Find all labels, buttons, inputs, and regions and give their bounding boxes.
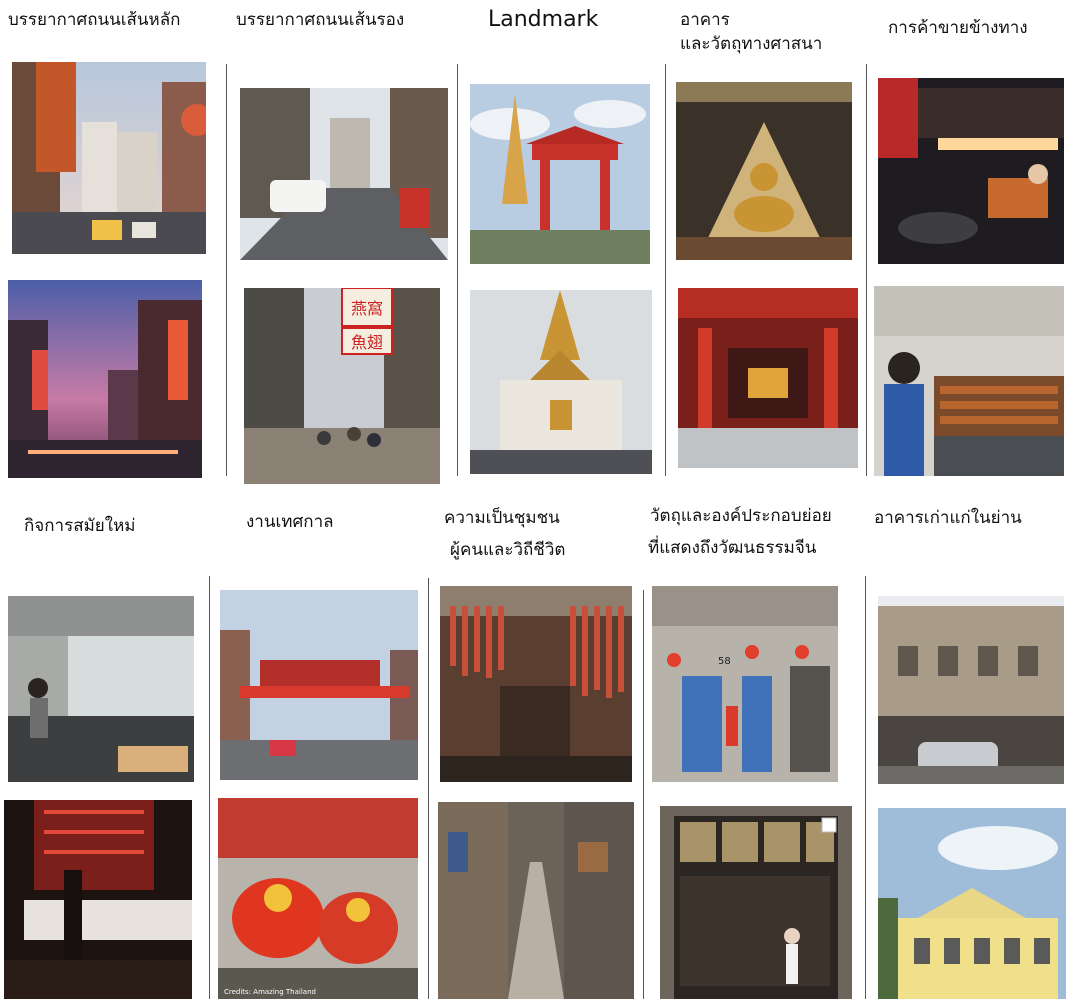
photo-landmark-temple [470,290,652,474]
label-chinese-culture-line1: วัตถุและองค์ประกอบย่อย [650,506,832,526]
label-religious-line1: อาคาร [680,10,730,30]
divider [428,578,429,999]
photo-old-building-colonial [878,808,1066,999]
divider [865,576,866,999]
label-religious-line2: และวัตถุทางศาสนา [680,34,823,54]
label-chinese-culture-line2: ที่แสดงถึงวัฒนธรรมจีน [648,538,817,558]
divider [665,64,666,476]
label-main-street: บรรยากาศถนนเส้นหลัก [8,10,181,30]
label-landmark: Landmark [488,7,599,32]
photo-side-street-day [240,88,448,260]
label-old-buildings: อาคารเก่าแก่ในย่าน [874,508,1022,528]
photo-credit: Credits: Amazing Thailand [224,988,316,996]
photo-religious-buddha [676,82,852,260]
photo-modern-bar [4,800,192,999]
photo-modern-cafe [8,596,194,782]
label-side-street: บรรยากาศถนนเส้นรอง [236,10,405,30]
photo-old-building-shophouse [878,596,1064,784]
divider [226,64,227,476]
photo-community-sausage-shop [440,586,632,782]
photo-vendor-grill [874,286,1064,476]
photo-festival-lion-dance: Credits: Amazing Thailand [218,798,418,999]
photo-vendor-night [878,78,1064,264]
label-modern-business: กิจการสมัยใหม่ [24,516,136,536]
photo-community-alley [438,802,634,999]
divider [209,576,210,999]
sign-shark-fin: 魚翅 [351,333,383,352]
label-community-line1: ความเป็นชุมชน [444,508,560,528]
photo-culture-shophouse: 58 [652,586,838,782]
label-community-line2: ผู้คนและวิถีชีวิต [450,540,566,560]
divider [643,590,644,999]
photo-main-street-night [8,280,202,478]
photo-religious-shrine [678,288,858,468]
divider [866,64,867,476]
label-street-vendors: การค้าขายข้างทาง [888,18,1028,38]
label-festivals: งานเทศกาล [246,512,334,532]
shop-number: 58 [718,656,731,667]
photo-main-street-day [12,62,206,254]
sign-bird-nest: 燕窩 [351,299,383,318]
photo-culture-carved-door [660,806,852,999]
photo-landmark-gate [470,84,650,264]
divider [457,64,458,476]
photo-festival-street [220,590,418,780]
photo-side-street-market: 燕窩 魚翅 [244,288,440,484]
